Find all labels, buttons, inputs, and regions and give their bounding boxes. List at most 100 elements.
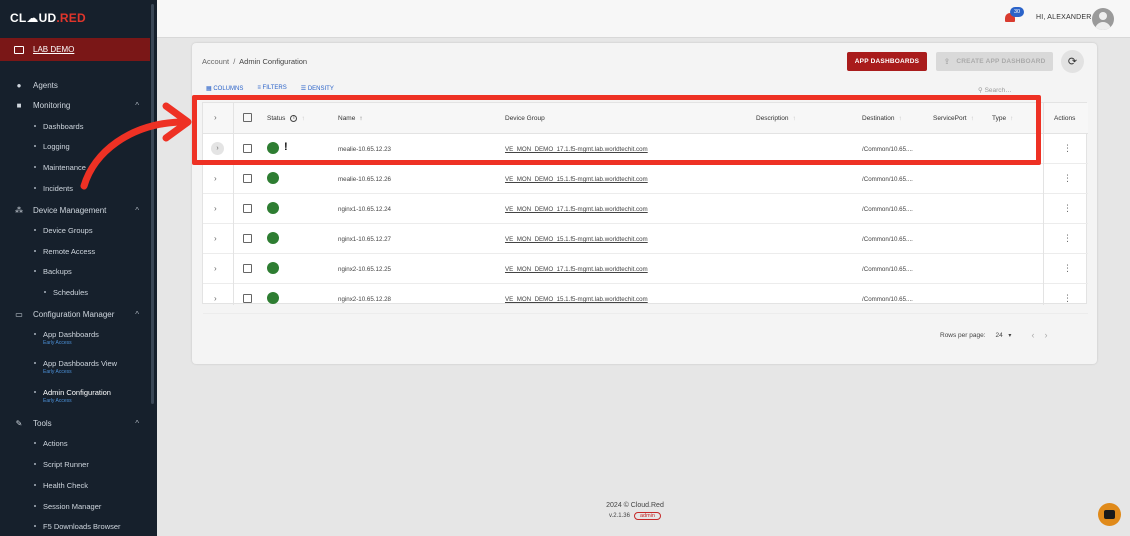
tools-icon: ✎: [15, 418, 23, 428]
create-app-dashboard-button[interactable]: ⇪ CREATE APP DASHBOARD: [936, 52, 1053, 71]
environment-selector[interactable]: LAB DEMO: [0, 38, 150, 61]
cell-destination: /Common/10.65....: [862, 266, 913, 273]
sidebar-item-schedules[interactable]: Schedules: [44, 288, 88, 297]
admin-configuration-card: Account / Admin Configuration APP DASHBO…: [192, 43, 1097, 364]
sidebar-item-incidents[interactable]: Incidents: [34, 184, 73, 193]
sidebar-item-device-management[interactable]: ⁂ Device Management ^: [0, 204, 150, 216]
more-vert-icon[interactable]: ⋮: [1063, 233, 1072, 244]
early-access-tag: Early Access: [43, 398, 72, 404]
breadcrumb-current: Admin Configuration: [239, 57, 308, 66]
cell-destination: /Common/10.65....: [862, 146, 913, 153]
search-input[interactable]: ⚲ Search…: [978, 86, 1012, 94]
sidebar-item-agents[interactable]: ● Agents: [0, 79, 150, 91]
table-row[interactable]: ›! mealie-10.65.12.23 VE_MON_DEMO_17.1.f5-…: [203, 134, 1088, 164]
expand-row-icon[interactable]: ›: [211, 142, 224, 155]
chat-button[interactable]: [1098, 503, 1121, 526]
column-description[interactable]: Description ↑: [756, 115, 796, 122]
column-name[interactable]: Name ↑: [338, 115, 363, 122]
more-vert-icon[interactable]: ⋮: [1063, 143, 1072, 154]
table-row[interactable]: › mealie-10.65.12.26 VE_MON_DEMO_15.1.f5-m…: [203, 164, 1088, 194]
expand-all-icon[interactable]: ›: [214, 113, 217, 122]
more-vert-icon[interactable]: ⋮: [1063, 263, 1072, 274]
more-vert-icon[interactable]: ⋮: [1063, 293, 1072, 304]
search-icon: ⚲: [978, 87, 983, 94]
expand-row-icon[interactable]: ›: [214, 174, 217, 183]
cell-destination: /Common/10.65....: [862, 176, 913, 183]
monitoring-icon: ■: [16, 100, 22, 110]
row-checkbox[interactable]: [243, 204, 252, 213]
cell-name: nginx2-10.65.12.28: [338, 296, 391, 303]
column-status[interactable]: Status i ↑: [267, 115, 305, 122]
expand-row-icon[interactable]: ›: [214, 204, 217, 213]
cell-device-group-link[interactable]: VE_MON_DEMO_17.1.f5-mgmt.lab.worldtechit…: [505, 266, 648, 273]
select-all-checkbox[interactable]: [243, 113, 252, 122]
cell-device-group-link[interactable]: VE_MON_DEMO_15.1.f5-mgmt.lab.worldtechit…: [505, 296, 648, 303]
expand-row-icon[interactable]: ›: [214, 234, 217, 243]
upload-icon: ⇪: [943, 57, 951, 66]
row-checkbox[interactable]: [243, 294, 252, 303]
sidebar-item-script-runner[interactable]: Script Runner: [34, 460, 89, 469]
row-checkbox[interactable]: [243, 174, 252, 183]
sidebar-item-backups[interactable]: Backups: [34, 267, 72, 276]
cell-device-group-link[interactable]: VE_MON_DEMO_15.1.f5-mgmt.lab.worldtechit…: [505, 236, 648, 243]
sidebar-item-actions[interactable]: Actions: [34, 439, 68, 448]
sidebar-item-tools[interactable]: ✎ Tools ^: [0, 417, 150, 429]
chevron-up-icon[interactable]: ^: [135, 310, 139, 319]
breadcrumb-account[interactable]: Account: [202, 57, 229, 66]
chevron-up-icon[interactable]: ^: [135, 419, 139, 428]
cell-device-group-link[interactable]: VE_MON_DEMO_17.1.f5-mgmt.lab.worldtechit…: [505, 146, 648, 153]
table-row[interactable]: › nginx2-10.65.12.28 VE_MON_DEMO_15.1.f5-m…: [203, 284, 1088, 314]
configuration-manager-icon: ▭: [15, 309, 23, 319]
cell-device-group-link[interactable]: VE_MON_DEMO_17.1.f5-mgmt.lab.worldtechit…: [505, 206, 648, 213]
expand-row-icon[interactable]: ›: [214, 294, 217, 303]
table-row[interactable]: › nginx2-10.65.12.25 VE_MON_DEMO_17.1.f5-m…: [203, 254, 1088, 284]
cloud-red-logo[interactable]: CL☁UD.RED: [10, 11, 86, 25]
cell-device-group-link[interactable]: VE_MON_DEMO_15.1.f5-mgmt.lab.worldtechit…: [505, 176, 648, 183]
columns-button[interactable]: ▦ COLUMNS: [206, 85, 243, 92]
sidebar-item-app-dashboards[interactable]: App Dashboards Early Access: [34, 330, 99, 346]
column-device-group[interactable]: Device Group: [505, 115, 545, 122]
refresh-button[interactable]: ⟳: [1061, 50, 1084, 73]
chevron-up-icon[interactable]: ^: [135, 206, 139, 215]
cell-destination: /Common/10.65....: [862, 206, 913, 213]
row-checkbox[interactable]: [243, 264, 252, 273]
sidebar: CL☁UD.RED LAB DEMO ● Agents ■ Monitoring ^ Da…: [0, 0, 157, 536]
user-greeting[interactable]: HI, ALEXANDER: [1036, 14, 1092, 21]
sidebar-item-device-groups[interactable]: Device Groups: [34, 226, 93, 235]
column-divider: [1043, 103, 1044, 305]
filters-button[interactable]: ≡ FILTERS: [257, 85, 286, 92]
row-checkbox[interactable]: [243, 144, 252, 153]
sidebar-item-f5-downloads-browser[interactable]: F5 Downloads Browser: [34, 522, 121, 531]
column-type[interactable]: Type ↑: [992, 115, 1013, 122]
prev-page-button[interactable]: ‹: [1031, 330, 1044, 340]
more-vert-icon[interactable]: ⋮: [1063, 173, 1072, 184]
column-service-port[interactable]: ServicePort ↑: [933, 115, 974, 122]
chat-icon: [1104, 510, 1115, 519]
sidebar-item-logging[interactable]: Logging: [34, 142, 70, 151]
density-button[interactable]: ☰ DENSITY: [301, 85, 334, 92]
next-page-button[interactable]: ›: [1044, 330, 1057, 340]
info-icon[interactable]: i: [290, 115, 298, 122]
footer: 2024 © Cloud.Red v.2.1.36 admin: [606, 502, 664, 520]
page-nav: ‹›: [1031, 330, 1057, 340]
refresh-icon: ⟳: [1067, 56, 1078, 68]
early-access-tag: Early Access: [43, 369, 72, 375]
sidebar-item-remote-access[interactable]: Remote Access: [34, 247, 95, 256]
app-dashboards-button[interactable]: APP DASHBOARDS: [847, 52, 927, 71]
avatar[interactable]: [1092, 8, 1114, 30]
row-checkbox[interactable]: [243, 234, 252, 243]
devices-table: › Status i ↑ Name ↑ Device Group Descriptio…: [202, 102, 1088, 314]
sidebar-item-health-check[interactable]: Health Check: [34, 481, 88, 490]
sidebar-item-admin-configuration[interactable]: Admin Configuration Early Access: [34, 388, 111, 404]
more-vert-icon[interactable]: ⋮: [1063, 203, 1072, 214]
sidebar-scrollbar[interactable]: [151, 4, 154, 404]
sidebar-item-app-dashboards-view[interactable]: App Dashboards View Early Access: [34, 359, 117, 375]
table-row[interactable]: › nginx1-10.65.12.24 VE_MON_DEMO_17.1.f5-m…: [203, 194, 1088, 224]
table-row[interactable]: › nginx1-10.65.12.27 VE_MON_DEMO_15.1.f5-m…: [203, 224, 1088, 254]
rows-per-page-select[interactable]: 24 ▾: [996, 332, 1012, 339]
sidebar-item-session-manager[interactable]: Session Manager: [34, 502, 101, 511]
column-destination[interactable]: Destination ↑: [862, 115, 902, 122]
expand-row-icon[interactable]: ›: [214, 264, 217, 273]
bullet-icon: [34, 391, 36, 393]
sidebar-item-configuration-manager[interactable]: ▭ Configuration Manager ^: [0, 308, 150, 320]
